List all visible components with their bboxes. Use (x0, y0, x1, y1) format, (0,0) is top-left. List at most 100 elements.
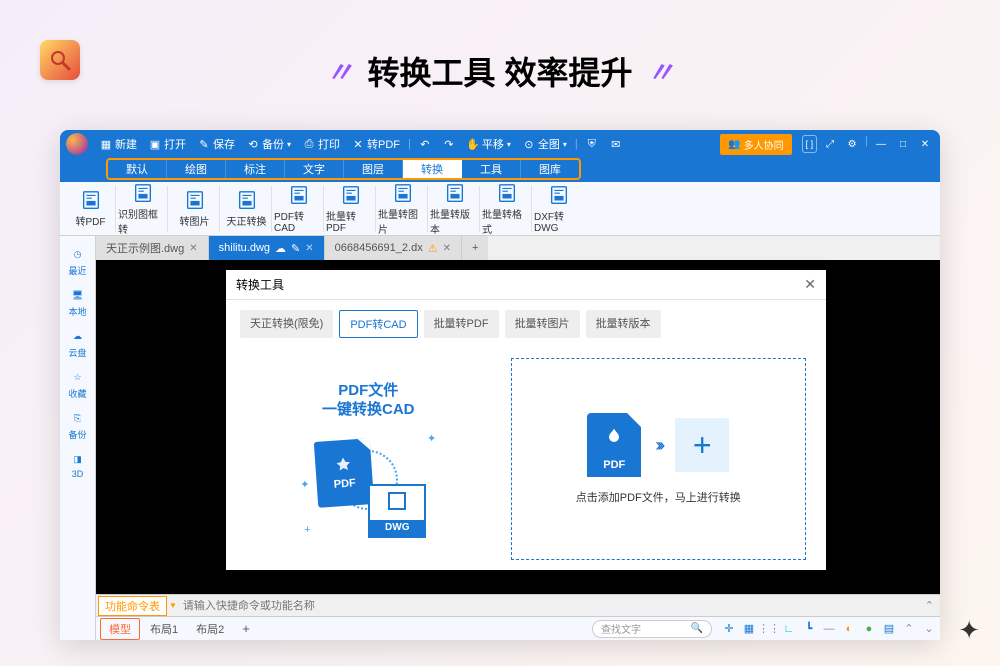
file-tab-1[interactable]: shilitu.dwg ☁ ✎ ✕ (209, 236, 325, 260)
edit-icon: ✎ (291, 242, 300, 255)
dialog-tab-2[interactable]: 批量转PDF (424, 310, 499, 338)
close-tab-icon[interactable]: ✕ (189, 243, 197, 254)
close-tab-icon[interactable]: ✕ (443, 243, 451, 254)
chat-button[interactable]: ✉ (606, 138, 626, 150)
dialog-left-title: PDF文件 一键转换CAD (322, 381, 415, 420)
close-button[interactable]: ✕ (916, 135, 934, 153)
tool-batch-pdf[interactable]: 批量转PDF (326, 186, 376, 232)
dialog-close-button[interactable]: ✕ (804, 276, 816, 293)
file-icon: ▦ (100, 138, 112, 150)
three-d-icon: ◨ (70, 451, 86, 467)
angle-icon[interactable]: ∟ (782, 622, 796, 636)
open-button[interactable]: ▣打开 (145, 136, 190, 152)
tool-dxf-to-dwg[interactable]: DXF转DWG (534, 186, 584, 232)
chat-icon: ✉ (610, 138, 622, 150)
ribbon-tab-5[interactable]: 转换 (403, 160, 462, 178)
backup-button[interactable]: ⟲备份▾ (243, 136, 295, 152)
add-file-button[interactable]: + (675, 418, 729, 472)
tool-to-pdf[interactable]: 转PDF (66, 186, 116, 232)
expand-button[interactable]: ⤢ (821, 135, 839, 153)
grid-icon[interactable]: ▦ (742, 622, 756, 636)
command-label[interactable]: 功能命令表 (98, 596, 167, 616)
new-file-tab[interactable]: + (462, 236, 488, 260)
search-input[interactable]: 查找文字 🔍 (592, 620, 712, 638)
snap-icon[interactable]: ✛ (722, 622, 736, 636)
file-tab-2[interactable]: 0668456691_2.dx ⚠ ✕ (325, 236, 462, 260)
minimize-button[interactable]: — (872, 135, 890, 153)
ribbon-tab-6[interactable]: 工具 (462, 160, 521, 178)
chevron-down-icon[interactable]: ▼ (169, 601, 177, 610)
dialog-tab-1[interactable]: PDF转CAD (339, 310, 417, 338)
pan-button[interactable]: ✋平移▾ (463, 136, 515, 152)
dialog-tab-4[interactable]: 批量转版本 (586, 310, 661, 338)
dialog-tab-0[interactable]: 天正转换(限免) (240, 310, 333, 338)
drop-zone[interactable]: PDF ››› + 点击添加PDF文件，马上进行转换 (511, 358, 806, 560)
local-icon: 🖥 (70, 287, 86, 303)
dialog-tabs: 天正转换(限免)PDF转CAD批量转PDF批量转图片批量转版本 (226, 300, 826, 348)
ribbon-tab-7[interactable]: 图库 (521, 160, 579, 178)
maximize-button[interactable]: □ (894, 135, 912, 153)
redo-button[interactable]: ↷ (439, 138, 459, 150)
sidebar-recent[interactable]: ◷最近 (62, 242, 94, 281)
new-button[interactable]: ▦新建 (96, 136, 141, 152)
tool-pdf-to-cad[interactable]: PDF转CAD (274, 186, 324, 232)
ribbon-tab-2[interactable]: 标注 (226, 160, 285, 178)
undo-icon: ↶ (419, 138, 431, 150)
layers-icon[interactable]: ▤ (882, 622, 896, 636)
ribbon-tab-3[interactable]: 文字 (285, 160, 344, 178)
tab-layout1[interactable]: 布局1 (142, 619, 186, 639)
tool-batch-version[interactable]: 批量转版本 (430, 186, 480, 232)
ortho-icon[interactable]: ┗ (802, 622, 816, 636)
close-tab-icon[interactable]: ✕ (305, 243, 313, 254)
toolbar: 转PDF识别图框转转图片天正转换PDF转CAD批量转PDF批量转图片批量转版本批… (60, 182, 940, 236)
drop-hint: 点击添加PDF文件，马上进行转换 (576, 489, 741, 505)
people-icon: 👥 (728, 139, 740, 150)
file-tab-0[interactable]: 天正示例图.dwg ✕ (96, 236, 209, 260)
ribbon-tab-4[interactable]: 图层 (344, 160, 403, 178)
ribbon-tab-0[interactable]: 默认 (108, 160, 167, 178)
add-layout-button[interactable]: + (234, 619, 258, 638)
command-input[interactable] (177, 600, 919, 612)
collab-button[interactable]: 👥多人协同 (720, 134, 791, 155)
pdf-file-icon: PDF (314, 438, 374, 508)
tool-batch-format[interactable]: 批量转格式 (482, 186, 532, 232)
tool-to-image[interactable]: 转图片 (170, 186, 220, 232)
quote-left-icon: 〃 (326, 51, 354, 91)
pdf-icon: ✕ (352, 138, 364, 150)
sidebar-backup[interactable]: ⎘备份 (62, 406, 94, 445)
tool-tianzheng[interactable]: 天正转换 (222, 186, 272, 232)
tab-model[interactable]: 模型 (100, 618, 140, 640)
document-icon (288, 184, 310, 206)
chevron-up-icon[interactable]: ⌃ (902, 622, 916, 636)
tool-recognize-frame[interactable]: 识别图框转 (118, 186, 168, 232)
polar-icon[interactable]: ◐ (842, 622, 856, 636)
tool-batch-image[interactable]: 批量转图片 (378, 186, 428, 232)
settings-button[interactable]: ⚙ (843, 135, 861, 153)
dialog-tab-3[interactable]: 批量转图片 (505, 310, 580, 338)
cloud-icon: ☁ (70, 328, 86, 344)
dotgrid-icon[interactable]: ⋮⋮ (762, 622, 776, 636)
ribbon-tab-1[interactable]: 绘图 (167, 160, 226, 178)
line-icon[interactable]: — (822, 622, 836, 636)
save-button[interactable]: ✎保存 (194, 136, 239, 152)
command-expand-button[interactable]: ⌃ (919, 599, 940, 612)
undo-button[interactable]: ↶ (415, 138, 435, 150)
chevron-down-icon[interactable]: ⌄ (922, 622, 936, 636)
window-mode-button[interactable]: [ ] (802, 135, 818, 153)
search-icon: 🔍 (691, 623, 703, 634)
globe-icon[interactable]: ● (862, 622, 876, 636)
sidebar-favorite[interactable]: ☆收藏 (62, 365, 94, 404)
tab-layout2[interactable]: 布局2 (188, 619, 232, 639)
sidebar-three-d[interactable]: ◨3D (62, 447, 94, 483)
print-button[interactable]: ⎙打印 (299, 136, 344, 152)
shield-button[interactable]: ⛨ (582, 138, 602, 150)
fullscreen-button[interactable]: ⊙全图▾ (519, 136, 571, 152)
title-bar: ▦新建 ▣打开 ✎保存 ⟲备份▾ ⎙打印 ✕转PDF | ↶ ↷ ✋平移▾ ⊙全… (60, 130, 940, 158)
to-pdf-button[interactable]: ✕转PDF (348, 136, 404, 152)
user-avatar[interactable] (66, 133, 88, 155)
sidebar-cloud[interactable]: ☁云盘 (62, 324, 94, 363)
sparkle-icon: ✦ (958, 615, 980, 646)
status-bar: 模型 布局1 布局2 + 查找文字 🔍 ✛ ▦ ⋮⋮ ∟ ┗ — ◐ ● (96, 616, 940, 640)
drawing-canvas[interactable]: 转换工具 ✕ 天正转换(限免)PDF转CAD批量转PDF批量转图片批量转版本 P… (96, 260, 940, 594)
sidebar-local[interactable]: 🖥本地 (62, 283, 94, 322)
